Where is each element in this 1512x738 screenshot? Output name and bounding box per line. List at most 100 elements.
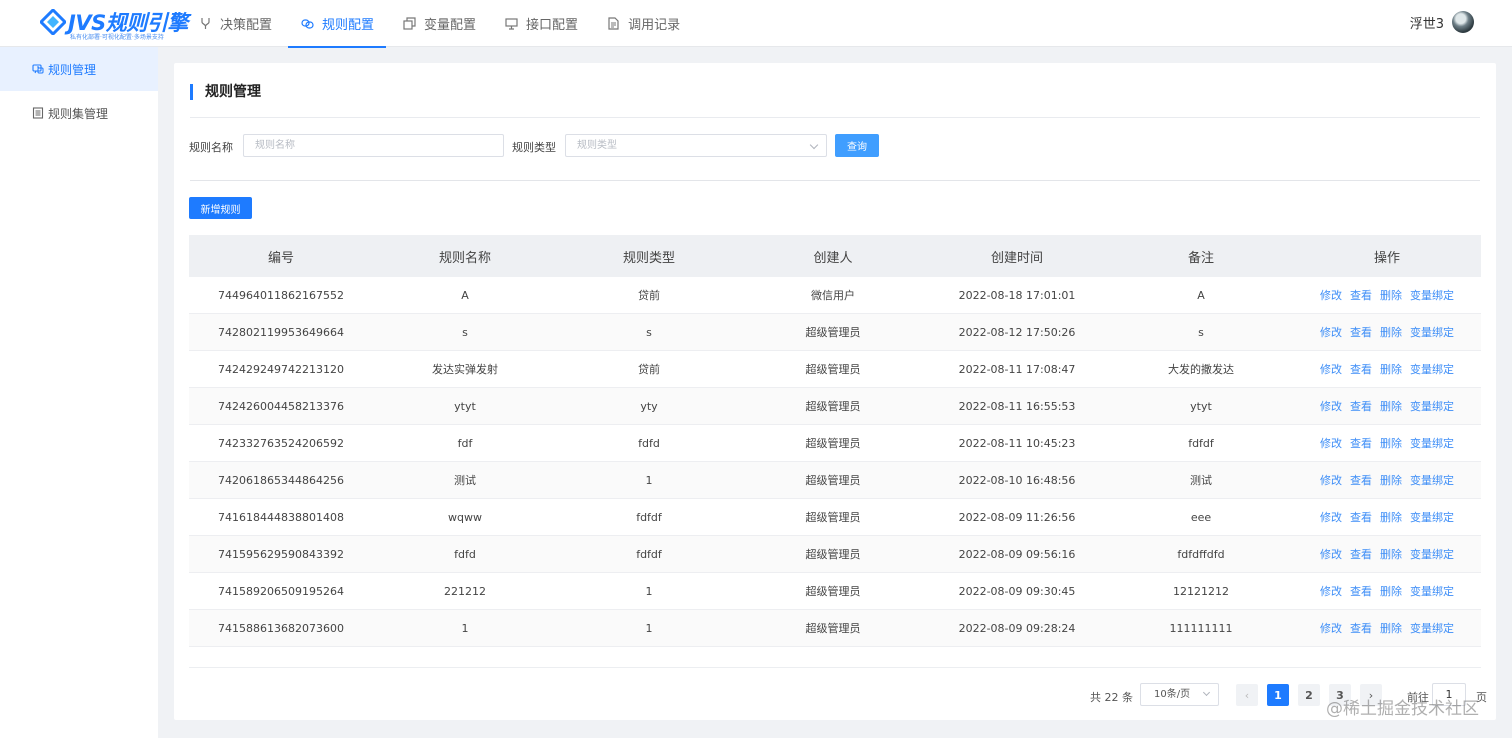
- edit-link[interactable]: 修改: [1320, 509, 1342, 525]
- page-button-1[interactable]: 1: [1267, 684, 1289, 706]
- logo[interactable]: JVS规则引擎 私有化部署·可视化配置·多场景支持: [40, 7, 188, 41]
- table-cell: 111111111: [1169, 621, 1233, 635]
- row-actions: 修改 查看 删除 变量绑定: [1293, 324, 1481, 340]
- bind-variables-link[interactable]: 变量绑定: [1410, 398, 1454, 414]
- view-link[interactable]: 查看: [1350, 509, 1372, 525]
- nav-decision-config[interactable]: 决策配置: [186, 0, 284, 47]
- table-cell: 741589206509195264: [218, 584, 344, 598]
- table-cell: s: [646, 325, 652, 339]
- delete-link[interactable]: 删除: [1380, 287, 1402, 303]
- table-cell: 2022-08-09 09:56:16: [958, 547, 1076, 561]
- edit-link[interactable]: 修改: [1320, 361, 1342, 377]
- bind-variables-link[interactable]: 变量绑定: [1410, 472, 1454, 488]
- page-button-2[interactable]: 2: [1298, 684, 1320, 706]
- divider: [190, 180, 1480, 181]
- chevron-down-icon: [1202, 688, 1211, 697]
- table-row: 741588613682073600 1 1 超级管理员 2022-08-09 09:2…: [189, 610, 1481, 647]
- table-cell: 2022-08-11 10:45:23: [958, 436, 1076, 450]
- delete-link[interactable]: 删除: [1380, 546, 1402, 562]
- table-cell: ytyt: [1190, 399, 1212, 413]
- delete-link[interactable]: 删除: [1380, 324, 1402, 340]
- delete-link[interactable]: 删除: [1380, 583, 1402, 599]
- add-rule-button[interactable]: 新增规则: [189, 197, 252, 219]
- bind-variables-link[interactable]: 变量绑定: [1410, 546, 1454, 562]
- table-cell: 742332763524206592: [218, 436, 344, 450]
- view-link[interactable]: 查看: [1350, 546, 1372, 562]
- table-cell: 741595629590843392: [218, 547, 344, 561]
- edit-link[interactable]: 修改: [1320, 398, 1342, 414]
- user-menu[interactable]: 浮世3: [1410, 11, 1474, 33]
- nav-variable-config[interactable]: 变量配置: [390, 0, 488, 47]
- delete-link[interactable]: 删除: [1380, 620, 1402, 636]
- document-icon: [606, 17, 620, 31]
- pagination: 共 22 条 10条/页 ‹ 1 2 3 › 前往 1 页: [174, 683, 1496, 707]
- table-cell: ytyt: [454, 399, 476, 413]
- edit-link[interactable]: 修改: [1320, 472, 1342, 488]
- table-row: 742332763524206592 fdf fdfd 超级管理员 2022-08-11…: [189, 425, 1481, 462]
- view-link[interactable]: 查看: [1350, 435, 1372, 451]
- edit-link[interactable]: 修改: [1320, 324, 1342, 340]
- page-size-select[interactable]: 10条/页: [1140, 683, 1219, 706]
- user-name: 浮世3: [1409, 16, 1444, 32]
- view-link[interactable]: 查看: [1350, 472, 1372, 488]
- variables-icon: [402, 17, 416, 31]
- view-link[interactable]: 查看: [1350, 324, 1372, 340]
- delete-link[interactable]: 删除: [1380, 472, 1402, 488]
- nav-interface-config[interactable]: 接口配置: [492, 0, 590, 47]
- delete-link[interactable]: 删除: [1380, 361, 1402, 377]
- table-cell: 744964011862167552: [218, 288, 344, 302]
- table-cell: 超级管理员: [805, 548, 861, 561]
- table-cell: 2022-08-09 09:30:45: [958, 584, 1076, 598]
- view-link[interactable]: 查看: [1350, 361, 1372, 377]
- table-cell: 超级管理员: [805, 474, 861, 487]
- delete-link[interactable]: 删除: [1380, 435, 1402, 451]
- bind-variables-link[interactable]: 变量绑定: [1410, 324, 1454, 340]
- table-cell: fdfdf: [636, 510, 662, 524]
- view-link[interactable]: 查看: [1350, 583, 1372, 599]
- table-cell: A: [461, 288, 469, 302]
- nav-rule-config[interactable]: 规则配置: [288, 0, 387, 48]
- table-cell: 贷前: [638, 363, 660, 376]
- bind-variables-link[interactable]: 变量绑定: [1410, 435, 1454, 451]
- sidebar-item-ruleset-management[interactable]: 规则集管理: [0, 91, 158, 135]
- table-cell: 2022-08-11 17:08:47: [958, 362, 1076, 376]
- nav-label: 变量配置: [424, 18, 477, 33]
- table-cell: 超级管理员: [805, 511, 861, 524]
- table-cell: fdfdf: [636, 547, 662, 561]
- bind-variables-link[interactable]: 变量绑定: [1410, 361, 1454, 377]
- sidebar-item-rule-management[interactable]: 规则管理: [0, 47, 158, 91]
- bind-variables-link[interactable]: 变量绑定: [1410, 287, 1454, 303]
- bind-variables-link[interactable]: 变量绑定: [1410, 620, 1454, 636]
- watermark: @稀土掘金技术社区: [1326, 699, 1479, 719]
- edit-link[interactable]: 修改: [1320, 546, 1342, 562]
- delete-link[interactable]: 删除: [1380, 398, 1402, 414]
- rule-type-placeholder: 规则类型: [577, 140, 617, 151]
- query-button[interactable]: 查询: [835, 134, 879, 157]
- view-link[interactable]: 查看: [1350, 398, 1372, 414]
- nav-call-records[interactable]: 调用记录: [594, 0, 692, 47]
- nav-label: 规则配置: [322, 18, 375, 33]
- table-cell: wqww: [448, 510, 482, 524]
- prev-page-button[interactable]: ‹: [1236, 684, 1258, 706]
- view-link[interactable]: 查看: [1350, 287, 1372, 303]
- rule-name-input[interactable]: 规则名称: [243, 134, 504, 157]
- table-cell: fdfdf: [1188, 436, 1214, 450]
- table-cell: 1: [461, 621, 469, 635]
- avatar[interactable]: [1452, 11, 1474, 33]
- edit-link[interactable]: 修改: [1320, 435, 1342, 451]
- column-header: 操作: [1373, 250, 1400, 266]
- edit-link[interactable]: 修改: [1320, 620, 1342, 636]
- divider: [190, 117, 1480, 118]
- table-cell: fdfd: [454, 547, 476, 561]
- page-title: 规则管理: [190, 84, 261, 100]
- row-actions: 修改 查看 删除 变量绑定: [1293, 472, 1481, 488]
- top-header: JVS规则引擎 私有化部署·可视化配置·多场景支持 决策配置 规则配置 变量配置: [0, 0, 1512, 48]
- bind-variables-link[interactable]: 变量绑定: [1410, 509, 1454, 525]
- edit-link[interactable]: 修改: [1320, 287, 1342, 303]
- view-link[interactable]: 查看: [1350, 620, 1372, 636]
- column-header: 规则名称: [438, 250, 491, 266]
- bind-variables-link[interactable]: 变量绑定: [1410, 583, 1454, 599]
- edit-link[interactable]: 修改: [1320, 583, 1342, 599]
- rule-type-select[interactable]: 规则类型: [565, 134, 827, 157]
- delete-link[interactable]: 删除: [1380, 509, 1402, 525]
